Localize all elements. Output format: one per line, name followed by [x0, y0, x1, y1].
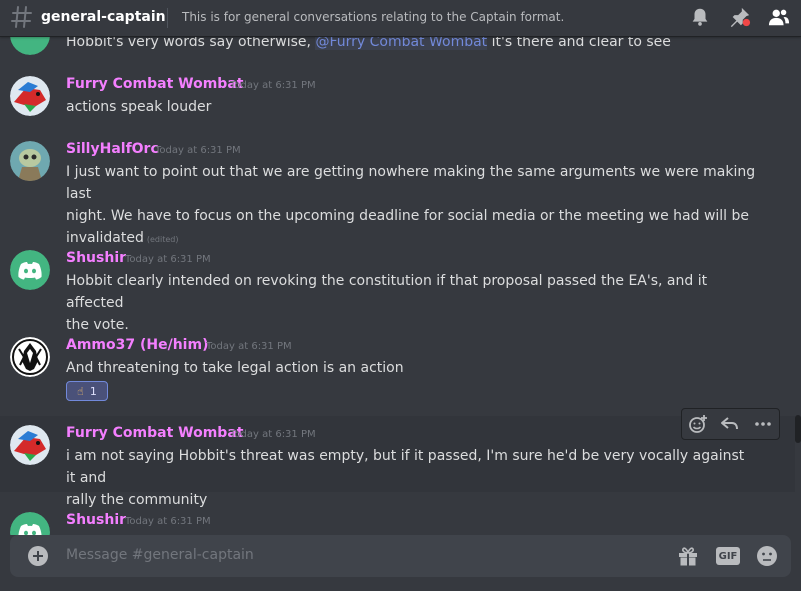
message-item[interactable]: Furry Combat Wombat Today at 6:31 PM i a… — [0, 416, 795, 508]
gift-button[interactable] — [676, 544, 700, 568]
username[interactable]: Ammo37 (He/him) — [66, 337, 208, 353]
more-options-button[interactable] — [751, 412, 775, 436]
message-text: Hobbit clearly intended on revoking the … — [66, 273, 708, 311]
username[interactable]: Shushir — [66, 512, 126, 528]
timestamp: Today at 6:31 PM — [206, 341, 292, 352]
more-dots-icon — [755, 422, 771, 426]
gif-button[interactable]: GIF — [716, 544, 740, 568]
pointing-up-emoji: ☝ — [77, 384, 84, 398]
channel-topic[interactable]: This is for general conversations relati… — [182, 10, 564, 24]
avatar[interactable] — [10, 76, 50, 116]
add-reaction-icon — [689, 415, 708, 433]
hash-icon — [11, 6, 32, 28]
channel-name: general-captain — [41, 9, 166, 25]
message-text: Hobbit's very words say otherwise, — [66, 37, 316, 50]
message-text: actions speak louder — [66, 99, 212, 115]
avatar[interactable] — [10, 141, 50, 181]
message-text: i am not saying Hobbit's threat was empt… — [66, 448, 745, 486]
scrollbar-thumb[interactable] — [795, 415, 801, 443]
reaction-count: 1 — [89, 384, 97, 398]
bell-icon[interactable] — [689, 6, 711, 28]
timestamp: Today at 6:31 PM — [230, 80, 316, 91]
username[interactable]: Furry Combat Wombat — [66, 76, 243, 92]
message-input[interactable]: Message #general-captain — [66, 547, 254, 563]
message-item[interactable]: Furry Combat Wombat Today at 6:31 PM act… — [0, 67, 795, 127]
reaction-button[interactable]: ☝ 1 — [66, 381, 108, 401]
emoji-button[interactable] — [755, 544, 779, 568]
message-content: i am not saying Hobbit's threat was empt… — [66, 445, 756, 511]
avatar[interactable] — [10, 250, 50, 290]
username[interactable]: Furry Combat Wombat — [66, 425, 243, 441]
avatar[interactable] — [10, 512, 50, 535]
message-content: Hobbit clearly intended on revoking the … — [66, 270, 756, 336]
message-item[interactable]: SillyHalfOrc Today at 6:31 PM I just wan… — [0, 132, 795, 246]
message-text: I just want to point out that we are get… — [66, 164, 756, 202]
message-content: Hobbit's very words say otherwise, @Furr… — [66, 37, 756, 53]
header-divider — [167, 8, 168, 28]
gift-icon — [679, 547, 697, 566]
timestamp: Today at 6:31 PM — [125, 516, 211, 527]
avatar[interactable] — [10, 337, 50, 377]
message-text: night. We have to focus on the upcoming … — [66, 208, 750, 224]
message-actions-toolbar — [681, 408, 780, 440]
channel-header: general-captain This is for general conv… — [0, 0, 801, 37]
avatar[interactable] — [10, 425, 50, 465]
add-reaction-button[interactable] — [686, 412, 710, 436]
message-item[interactable]: Shushir Today at 6:31 PM Hobbit clearly … — [0, 241, 795, 333]
upload-plus-icon[interactable] — [27, 545, 49, 567]
message-item[interactable]: Shushir Today at 6:31 PM — [0, 503, 795, 535]
emoji-icon — [757, 546, 777, 566]
pinned-messages-icon[interactable] — [729, 6, 751, 28]
message-content: I just want to point out that we are get… — [66, 161, 756, 251]
message-composer[interactable]: Message #general-captain GIF — [10, 535, 791, 577]
message-list[interactable]: Hobbit's very words say otherwise, @Furr… — [0, 37, 801, 535]
user-mention[interactable]: @Furry Combat Wombat — [315, 37, 488, 50]
member-list-icon[interactable] — [768, 6, 790, 28]
message-text: it's there and clear to see — [487, 37, 671, 50]
username[interactable]: Shushir — [66, 250, 126, 266]
message-item[interactable]: Ammo37 (He/him) Today at 6:31 PM And thr… — [0, 328, 795, 413]
timestamp: Today at 6:31 PM — [125, 254, 211, 265]
timestamp: Today at 6:31 PM — [155, 145, 241, 156]
reply-button[interactable] — [718, 412, 742, 436]
message-text: And threatening to take legal action is … — [66, 360, 404, 376]
timestamp: Today at 6:31 PM — [230, 429, 316, 440]
avatar[interactable] — [10, 37, 50, 55]
username[interactable]: SillyHalfOrc — [66, 141, 159, 157]
message-item[interactable]: Hobbit's very words say otherwise, @Furr… — [0, 37, 795, 55]
gif-label: GIF — [716, 547, 740, 565]
reply-icon — [721, 417, 739, 430]
